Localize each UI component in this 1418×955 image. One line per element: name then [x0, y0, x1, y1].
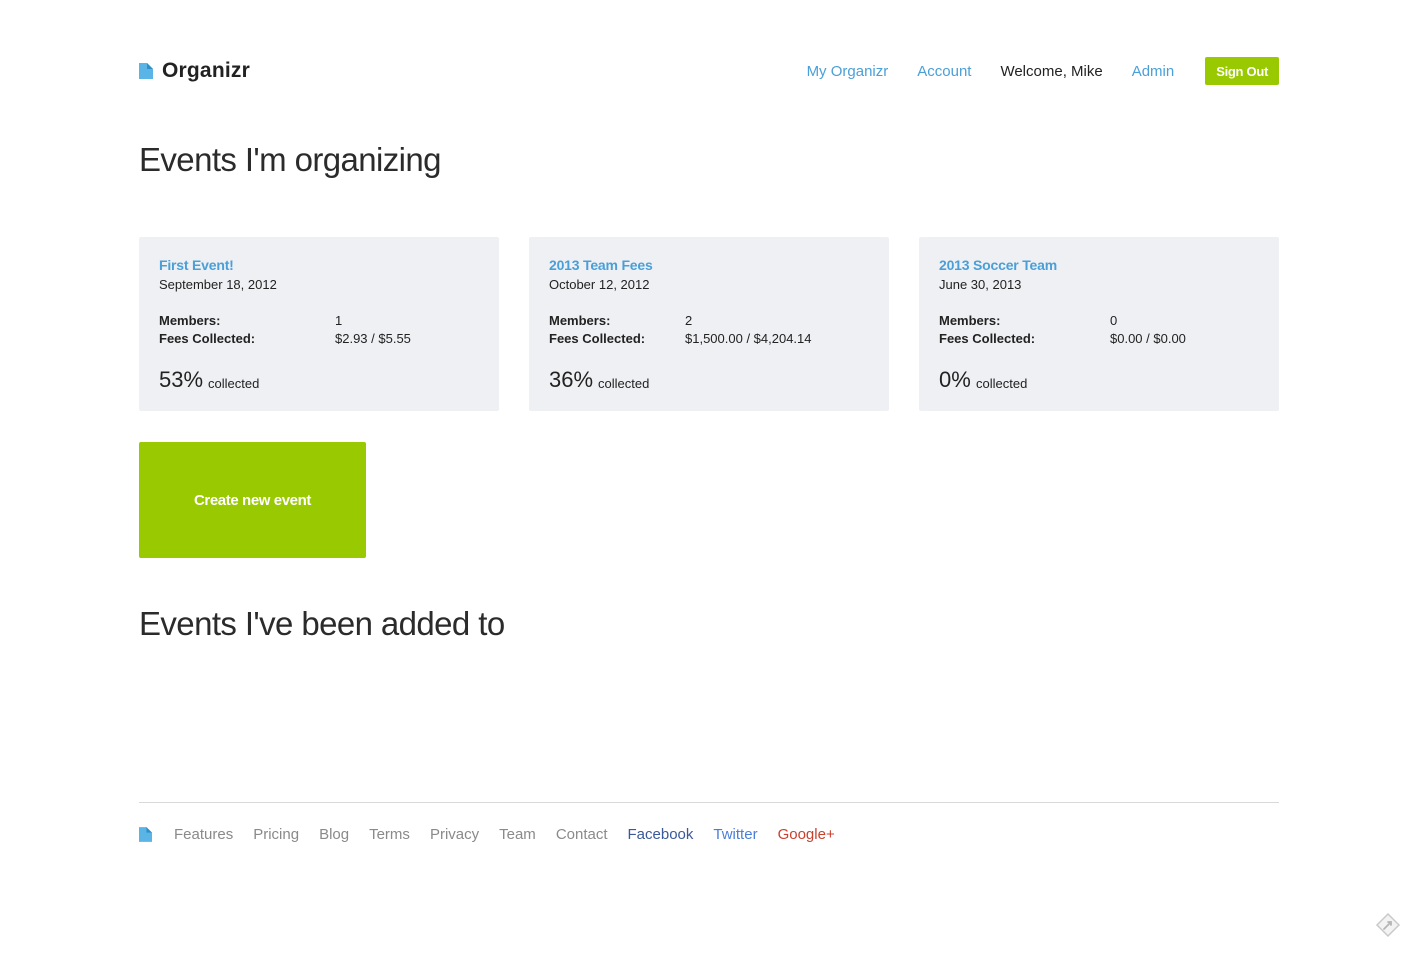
footer-link-team[interactable]: Team: [499, 826, 536, 843]
top-nav: My Organizr Account Welcome, Mike Admin …: [807, 56, 1279, 86]
collected-label: collected: [208, 376, 260, 391]
event-date: September 18, 2012: [159, 277, 277, 292]
footer-link-facebook[interactable]: Facebook: [628, 826, 694, 843]
percent-collected: 0%: [939, 367, 971, 392]
footer-link-contact[interactable]: Contact: [556, 826, 608, 843]
nav-account[interactable]: Account: [917, 63, 971, 80]
footer-link-blog[interactable]: Blog: [319, 826, 349, 843]
collected-label: collected: [598, 376, 650, 391]
nav-admin[interactable]: Admin: [1132, 63, 1175, 80]
event-card[interactable]: 2013 Team Fees October 12, 2012 Members:…: [529, 237, 889, 411]
members-value: 0: [1110, 313, 1118, 328]
event-card[interactable]: 2013 Soccer Team June 30, 2013 Members: …: [919, 237, 1279, 411]
fees-value: $2.93 / $5.55: [335, 331, 411, 346]
event-title-link[interactable]: 2013 Soccer Team: [939, 257, 1057, 273]
organizing-heading: Events I'm organizing: [139, 141, 441, 178]
create-new-event-button[interactable]: Create new event: [139, 442, 366, 558]
pen-nib-icon[interactable]: [1375, 912, 1401, 938]
sign-out-button[interactable]: Sign Out: [1205, 57, 1279, 85]
page-container: Organizr My Organizr Account Welcome, Mi…: [139, 0, 1279, 955]
brand-logo[interactable]: Organizr: [139, 56, 250, 86]
collected-label: collected: [976, 376, 1028, 391]
welcome-text: Welcome, Mike: [1000, 62, 1103, 80]
fees-value: $0.00 / $0.00: [1110, 331, 1186, 346]
members-value: 2: [685, 313, 693, 328]
added-heading: Events I've been added to: [139, 605, 505, 642]
site-header: Organizr My Organizr Account Welcome, Mi…: [139, 56, 1279, 88]
event-title-link[interactable]: First Event!: [159, 257, 234, 273]
brand-name: Organizr: [162, 59, 250, 82]
fees-label: Fees Collected:: [159, 331, 256, 346]
fees-value: $1,500.00 / $4,204.14: [685, 331, 812, 346]
event-date: June 30, 2013: [939, 277, 1022, 292]
members-label: Members:: [159, 313, 221, 328]
fees-label: Fees Collected:: [939, 331, 1036, 346]
nav-my-organizr[interactable]: My Organizr: [807, 63, 889, 80]
footer-link-features[interactable]: Features: [174, 826, 233, 843]
percent-collected: 53%: [159, 367, 204, 392]
footer-link-pricing[interactable]: Pricing: [253, 826, 299, 843]
fees-label: Fees Collected:: [549, 331, 646, 346]
footer-link-google-plus[interactable]: Google+: [778, 826, 835, 843]
footer-link-privacy[interactable]: Privacy: [430, 826, 479, 843]
organizing-event-list: First Event! September 18, 2012 Members:…: [139, 237, 1279, 411]
footer-logo-icon[interactable]: [139, 826, 152, 842]
members-value: 1: [335, 313, 343, 328]
percent-collected: 36%: [549, 367, 594, 392]
event-card[interactable]: First Event! September 18, 2012 Members:…: [139, 237, 499, 411]
footer-link-terms[interactable]: Terms: [369, 826, 410, 843]
footer-link-twitter[interactable]: Twitter: [713, 826, 757, 843]
event-date: October 12, 2012: [549, 277, 650, 292]
footer-divider: [139, 802, 1279, 803]
site-footer: Features Pricing Blog Terms Privacy Team…: [139, 822, 855, 846]
logo-document-icon: [139, 63, 153, 79]
event-title-link[interactable]: 2013 Team Fees: [549, 257, 653, 273]
members-label: Members:: [939, 313, 1001, 328]
members-label: Members:: [549, 313, 611, 328]
